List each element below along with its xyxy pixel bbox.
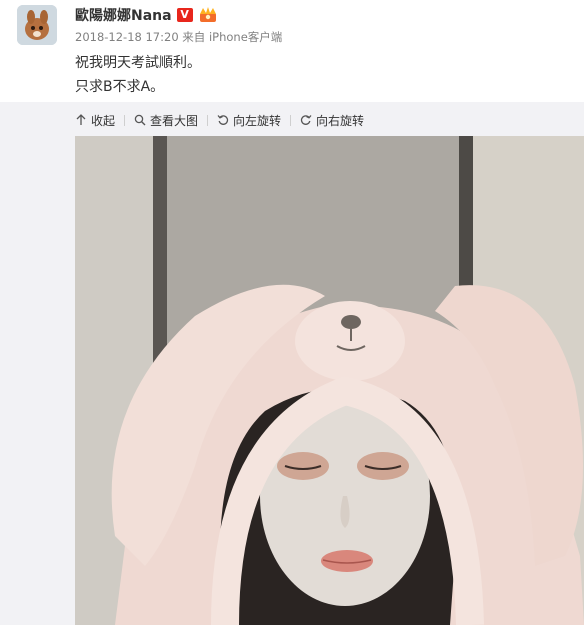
selfie-image: [75, 136, 584, 625]
post-timestamp[interactable]: 2018-12-18 17:20: [75, 30, 179, 44]
post-photo[interactable]: [75, 136, 584, 625]
arrow-up-icon: [76, 114, 86, 125]
view-large-label: 查看大图: [150, 113, 199, 128]
media-viewer: 收起 查看大图 向左旋转 向右旋转: [0, 102, 584, 625]
avatar-image: [17, 5, 57, 45]
rotate-right-label: 向右旋转: [316, 113, 365, 128]
verified-badge-icon[interactable]: V: [176, 8, 193, 22]
username-link[interactable]: 歐陽娜娜Nana: [75, 5, 172, 25]
toolbar-divider: [124, 114, 126, 126]
rotate-left-label: 向左旋转: [233, 113, 282, 128]
rotate-right-icon: [300, 115, 312, 125]
crown-icon[interactable]: [198, 7, 218, 23]
rotate-left-icon: [217, 115, 229, 125]
media-toolbar: 收起 查看大图 向左旋转 向右旋转: [75, 110, 364, 130]
post-header: 歐陽娜娜Nana V 2018-12-18 17:20 来自 iPhone客户端…: [0, 0, 584, 102]
view-large-button[interactable]: 查看大图: [134, 112, 198, 129]
post-text-line-2: 只求B不求A。: [75, 79, 165, 95]
rotate-left-button[interactable]: 向左旋转: [217, 112, 281, 129]
post-meta: 2018-12-18 17:20 来自 iPhone客户端: [75, 29, 282, 45]
post-text-line-1: 祝我明天考試順利。: [75, 55, 201, 71]
toolbar-divider: [207, 114, 209, 126]
avatar[interactable]: [17, 5, 57, 45]
magnifier-icon: [134, 114, 146, 126]
collapse-label: 收起: [91, 113, 116, 128]
toolbar-divider: [290, 114, 292, 126]
post-source: 来自 iPhone客户端: [182, 30, 283, 44]
username-row: 歐陽娜娜Nana V: [75, 6, 218, 24]
collapse-button[interactable]: 收起: [75, 112, 115, 129]
rotate-right-button[interactable]: 向右旋转: [300, 112, 364, 129]
